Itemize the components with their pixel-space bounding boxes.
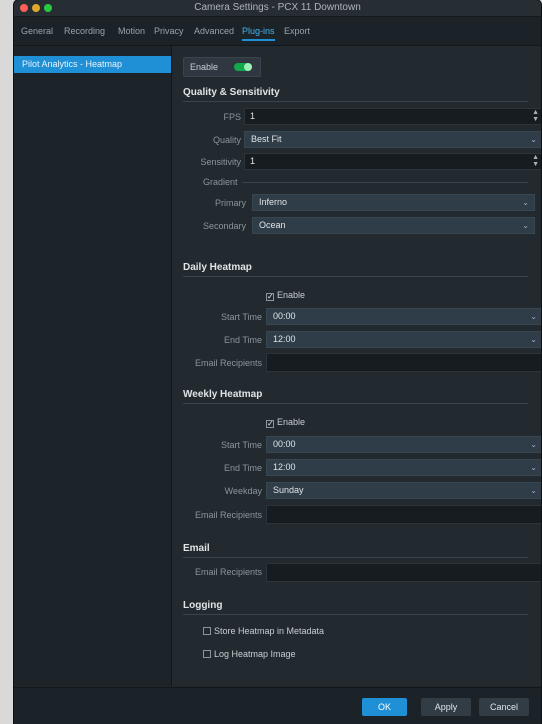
chevron-down-icon: ⌄ <box>530 486 537 495</box>
sensitivity-label: Sensitivity <box>200 157 241 167</box>
fps-label: FPS <box>223 112 241 122</box>
weekly-email-label: Email Recipients <box>194 510 262 520</box>
tab-advanced[interactable]: Advanced <box>194 26 234 36</box>
log-heatmap-image-label: Log Heatmap Image <box>214 649 296 659</box>
checkbox-checked-icon[interactable]: ✓ <box>266 420 274 428</box>
plugin-sidebar: Pilot Analytics - Heatmap <box>14 46 172 686</box>
fps-value: 1 <box>250 111 256 121</box>
plugin-enable-switch[interactable]: Enable <box>183 57 261 77</box>
daily-start-value: 00:00 <box>273 311 296 321</box>
store-heatmap-label: Store Heatmap in Metadata <box>214 626 325 636</box>
tab-privacy[interactable]: Privacy <box>154 26 184 36</box>
fps-spinbox[interactable]: 1 ▲ ▼ <box>244 108 541 125</box>
chevron-down-icon: ⌄ <box>530 335 537 344</box>
tab-recording[interactable]: Recording <box>64 26 105 36</box>
sensitivity-value: 1 <box>250 156 256 166</box>
quality-section-title: Quality & Sensitivity <box>183 87 528 102</box>
checkbox-checked-icon[interactable]: ✓ <box>266 293 274 301</box>
weekday-select[interactable]: Sunday ⌄ <box>266 482 541 499</box>
daily-end-time-select[interactable]: 12:00 ⌄ <box>266 331 541 348</box>
daily-email-input[interactable] <box>266 353 541 372</box>
email-recipients-label: Email Recipients <box>194 567 262 577</box>
daily-start-label: Start Time <box>220 312 262 322</box>
weekly-end-value: 12:00 <box>273 462 296 472</box>
primary-label: Primary <box>215 198 246 208</box>
daily-start-time-select[interactable]: 00:00 ⌄ <box>266 308 541 325</box>
spinner-arrows-icon[interactable]: ▲ ▼ <box>532 109 539 123</box>
weekday-value: Sunday <box>273 485 304 495</box>
email-section-title: Email <box>183 543 528 558</box>
weekday-label: Weekday <box>224 486 262 496</box>
chevron-down-icon: ⌄ <box>530 440 537 449</box>
secondary-gradient-value: Ocean <box>259 220 286 230</box>
window-title: Camera Settings - PCX 11 Downtown <box>194 2 361 13</box>
daily-end-value: 12:00 <box>273 334 296 344</box>
quality-value: Best Fit <box>251 134 282 144</box>
weekly-section-title: Weekly Heatmap <box>183 389 528 404</box>
tab-motion[interactable]: Motion <box>118 26 145 36</box>
primary-gradient-value: Inferno <box>259 197 288 207</box>
settings-window: Camera Settings - PCX 11 Downtown Genera… <box>14 0 541 724</box>
tab-plug-ins[interactable]: Plug-ins <box>242 26 275 41</box>
weekly-start-value: 00:00 <box>273 439 296 449</box>
chevron-down-icon: ⌄ <box>530 463 537 472</box>
tab-general[interactable]: General <box>21 26 53 36</box>
weekly-email-input[interactable] <box>266 505 541 524</box>
weekly-end-label: End Time <box>223 463 262 473</box>
store-heatmap-checkbox[interactable]: Store Heatmap in Metadata <box>203 626 324 636</box>
daily-enable-checkbox[interactable]: ✓ Enable <box>266 290 305 301</box>
daily-end-label: End Time <box>223 335 262 345</box>
weekly-end-time-select[interactable]: 12:00 ⌄ <box>266 459 541 476</box>
cancel-button[interactable]: Cancel <box>479 698 529 716</box>
spinner-arrows-icon[interactable]: ▲ ▼ <box>532 154 539 168</box>
primary-gradient-select[interactable]: Inferno ⌄ <box>252 194 535 211</box>
sidebar-item-heatmap[interactable]: Pilot Analytics - Heatmap <box>14 56 171 73</box>
quality-label: Quality <box>212 135 241 145</box>
chevron-down-icon: ⌄ <box>530 135 537 144</box>
tab-bar: General Recording Motion Privacy Advance… <box>14 17 541 46</box>
dialog-footer: OK Apply Cancel <box>14 687 541 724</box>
quality-select[interactable]: Best Fit ⌄ <box>244 131 541 148</box>
weekly-enable-checkbox[interactable]: ✓ Enable <box>266 417 305 428</box>
chevron-down-icon: ⌄ <box>522 221 529 230</box>
email-recipients-input[interactable] <box>266 563 541 582</box>
weekly-enable-label: Enable <box>277 417 306 427</box>
checkbox-unchecked-icon[interactable] <box>203 650 211 658</box>
chevron-down-icon: ⌄ <box>522 198 529 207</box>
weekly-start-time-select[interactable]: 00:00 ⌄ <box>266 436 541 453</box>
secondary-gradient-select[interactable]: Ocean ⌄ <box>252 217 535 234</box>
daily-enable-label: Enable <box>277 290 306 300</box>
logging-section-title: Logging <box>183 600 528 615</box>
chevron-down-icon: ⌄ <box>530 312 537 321</box>
tab-export[interactable]: Export <box>284 26 310 36</box>
apply-button[interactable]: Apply <box>421 698 471 716</box>
daily-section-title: Daily Heatmap <box>183 262 528 277</box>
weekly-start-label: Start Time <box>220 440 262 450</box>
plugin-settings-panel: Enable Quality & Sensitivity FPS 1 ▲ ▼ Qu… <box>172 46 541 686</box>
log-heatmap-image-checkbox[interactable]: Log Heatmap Image <box>203 649 296 659</box>
secondary-label: Secondary <box>202 221 246 231</box>
checkbox-unchecked-icon[interactable] <box>203 627 211 635</box>
title-bar: Camera Settings - PCX 11 Downtown <box>14 0 541 17</box>
sensitivity-spinbox[interactable]: 1 ▲ ▼ <box>244 153 541 170</box>
gradient-divider <box>242 182 528 183</box>
plugin-enable-label: Enable <box>190 62 219 72</box>
gradient-group-title: Gradient <box>203 177 238 187</box>
ok-button[interactable]: OK <box>362 698 407 716</box>
daily-email-label: Email Recipients <box>194 358 262 368</box>
toggle-on-icon[interactable] <box>234 63 252 71</box>
